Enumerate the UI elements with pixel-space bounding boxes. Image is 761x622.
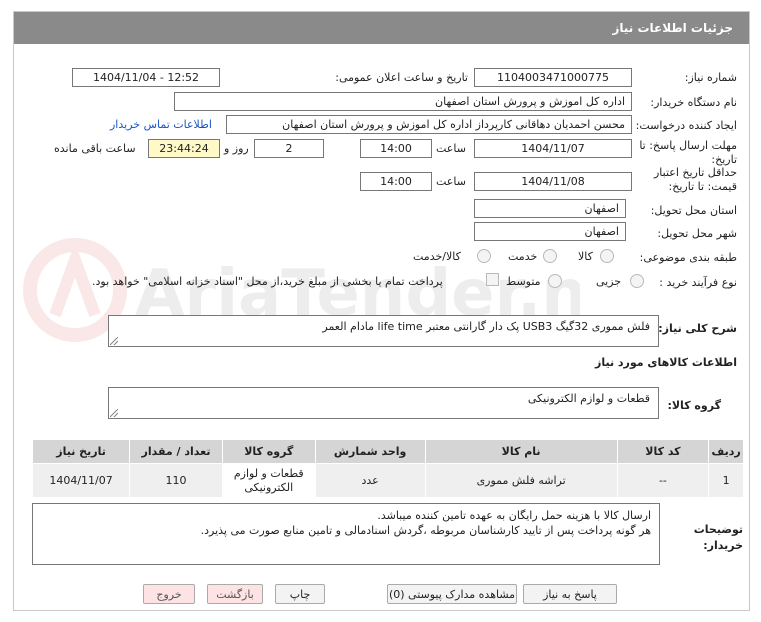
page-header: جزئیات اطلاعات نیاز [14,12,749,44]
col-row: ردیف [708,439,744,464]
price-validity-label: حداقل تاریخ اعتبار قیمت: تا تاریخ: [653,166,737,193]
buyer-contact-link[interactable]: اطلاعات تماس خریدار [110,118,212,131]
category-radio-service[interactable] [543,249,557,263]
cell-date: 1404/11/07 [31,463,131,498]
back-button[interactable]: بازگشت [207,584,263,604]
buyer-org-label: نام دستگاه خریدار: [650,96,737,109]
send-time-label: ساعت [436,142,466,155]
cell-unit: عدد [314,463,426,498]
goods-group-text: قطعات و لوازم الکترونیکی [527,392,650,405]
cell-row: 1 [708,463,744,498]
category-radio-goods[interactable] [600,249,614,263]
goods-table: ردیف کد کالا نام کالا واحد شمارش گروه کا… [31,439,744,498]
announce-date-label: تاریخ و ساعت اعلان عمومی: [335,71,468,84]
goods-group-label: گروه کالا: [667,399,721,412]
creator-label: ایجاد کننده درخواست: [635,119,737,132]
col-group: گروه کالا [221,439,316,464]
buyer-notes-line-2: هر گونه پرداخت پس از تایید کارشناسان مرب… [200,524,651,537]
category-label: طبقه بندی موضوعی: [639,251,737,264]
send-time-field: 14:00 [360,139,432,158]
category-radio-both[interactable] [477,249,491,263]
col-date: تاریخ نیاز [31,439,131,464]
cell-name: تراشه فلش مموری [424,463,618,498]
validity-date-field: 1404/11/08 [474,172,632,191]
process-label: نوع فرآیند خرید : [659,276,737,289]
need-number-label: شماره نیاز: [684,71,737,84]
cell-code: -- [616,463,710,498]
buyer-org-field: اداره کل اموزش و پرورش استان اصفهان [174,92,632,111]
resize-grip-icon[interactable] [110,337,118,345]
exit-button[interactable]: خروج [143,584,195,604]
province-field: اصفهان [474,199,626,218]
resize-grip-icon[interactable] [110,409,118,417]
days-field: 2 [254,139,324,158]
city-field: اصفهان [474,222,626,241]
process-radio-medium[interactable] [548,274,562,288]
process-radio-minor[interactable] [630,274,644,288]
col-unit: واحد شمارش [314,439,426,464]
creator-field: محسن احمدیان دهاقانی کارپرداز اداره کل ا… [226,115,632,134]
treasury-note: پرداخت تمام یا بخشی از مبلغ خرید،از محل … [92,275,443,288]
col-code: کد کالا [616,439,710,464]
description-label: شرح کلی نیاز: [658,322,737,335]
description-textarea[interactable]: فلش مموری 32گیگ USB3 پک دار گارانتی معتب… [108,315,659,347]
remaining-time-label: ساعت باقی مانده [54,142,136,155]
buyer-notes-label: توضیحات خریدار: [693,523,743,552]
goods-group-textarea[interactable]: قطعات و لوازم الکترونیکی [108,387,659,419]
validity-time-label: ساعت [436,175,466,188]
province-label: استان محل تحویل: [650,204,737,217]
col-name: نام کالا [424,439,618,464]
reply-button[interactable]: پاسخ به نیاز [523,584,617,604]
print-button[interactable]: چاپ [275,584,325,604]
days-label: روز و [224,142,249,155]
process-option-minor: جزیی [596,275,622,288]
view-documents-button[interactable]: مشاهده مدارک پیوستی (0) [387,584,517,604]
send-date-field: 1404/11/07 [474,139,632,158]
treasury-checkbox[interactable] [486,273,499,286]
validity-time-field: 14:00 [360,172,432,191]
announce-date-field: 1404/11/04 - 12:52 [72,68,220,87]
process-option-medium: متوسط [506,275,541,288]
send-deadline-label: مهلت ارسال پاسخ: تا تاریخ: [639,139,737,166]
category-option-service: خدمت [508,250,538,263]
buyer-notes-textarea[interactable]: ارسال کالا با هزینه حمل رایگان به عهده ت… [32,503,660,565]
remaining-time-field: 23:44:24 [148,139,220,158]
city-label: شهر محل تحویل: [657,227,737,240]
col-qty: تعداد / مقدار [129,439,223,464]
cell-qty: 110 [129,463,223,498]
buyer-notes-line-1: ارسال کالا با هزینه حمل رایگان به عهده ت… [377,509,651,522]
table-row[interactable]: 1 -- تراشه فلش مموری عدد قطعات و لوازم ا… [31,463,744,498]
category-option-goods: کالا [578,250,593,263]
table-header-row: ردیف کد کالا نام کالا واحد شمارش گروه کا… [31,439,744,464]
description-text: فلش مموری 32گیگ USB3 پک دار گارانتی معتب… [322,320,650,333]
cell-group: قطعات و لوازم الکترونیکی [221,463,316,498]
category-option-both: کالا/خدمت [413,250,461,263]
goods-info-title: اطلاعات کالاهای مورد نیاز [595,356,737,369]
need-number-field: 1104003471000775 [474,68,632,87]
